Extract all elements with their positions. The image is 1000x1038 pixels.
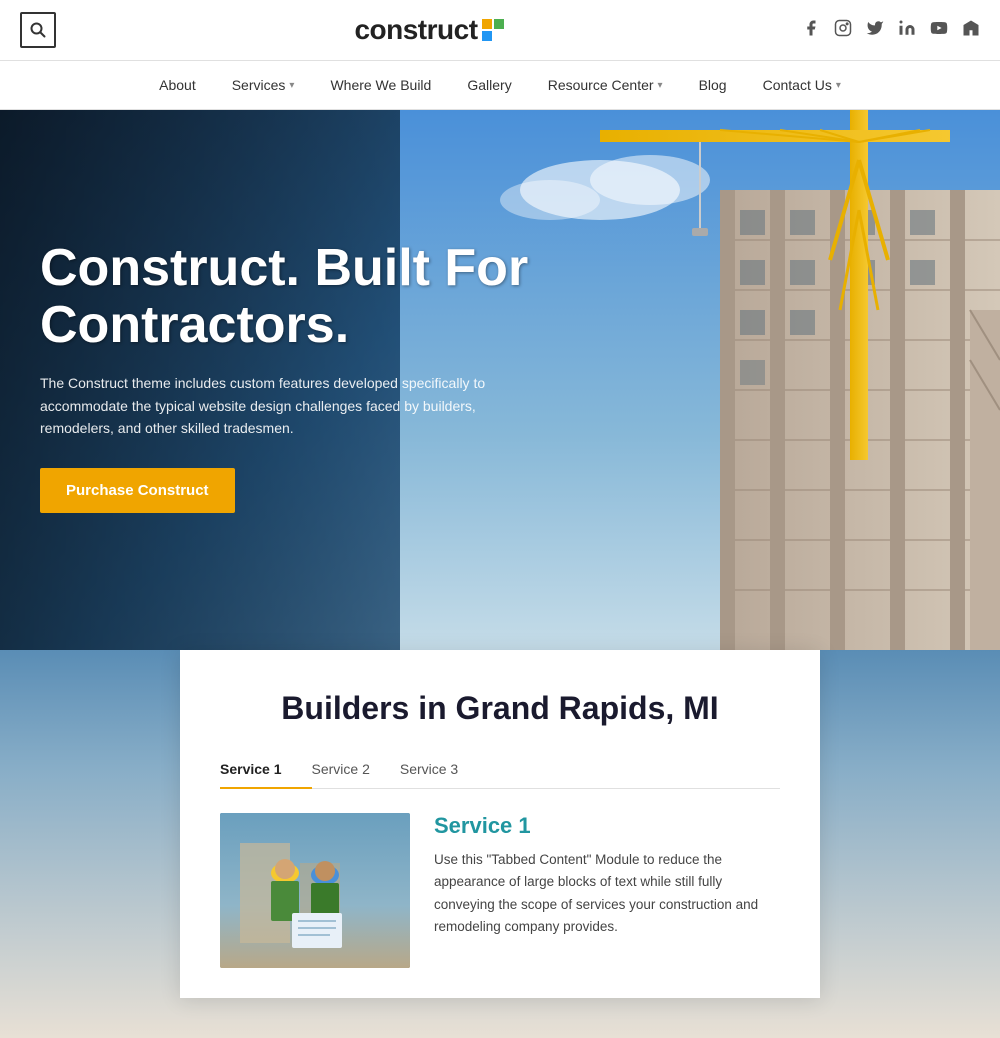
nav-item-blog[interactable]: Blog bbox=[681, 61, 745, 109]
logo-icon bbox=[482, 19, 504, 41]
hero-title: Construct. Built For Contractors. bbox=[40, 240, 600, 354]
nav-item-where-we-build[interactable]: Where We Build bbox=[312, 61, 449, 109]
hero-section: Construct. Built For Contractors. The Co… bbox=[0, 110, 1000, 650]
nav-item-gallery[interactable]: Gallery bbox=[449, 61, 529, 109]
nav-item-about[interactable]: About bbox=[141, 61, 214, 109]
nav-item-services[interactable]: Services ▾ bbox=[214, 61, 313, 109]
purchase-button[interactable]: Purchase Construct bbox=[40, 468, 235, 513]
site-logo[interactable]: construct bbox=[354, 14, 503, 46]
instagram-icon[interactable] bbox=[834, 19, 852, 42]
chevron-down-icon: ▾ bbox=[836, 80, 841, 91]
youtube-icon[interactable] bbox=[930, 19, 948, 42]
tab-service-3[interactable]: Service 3 bbox=[400, 751, 488, 789]
service-text: Service 1 Use this "Tabbed Content" Modu… bbox=[434, 813, 780, 938]
chevron-down-icon: ▾ bbox=[289, 80, 294, 91]
tab-service-2[interactable]: Service 2 bbox=[312, 751, 400, 789]
services-tabs: Service 1 Service 2 Service 3 bbox=[220, 751, 780, 789]
hero-content: Construct. Built For Contractors. The Co… bbox=[40, 240, 600, 513]
top-bar: construct bbox=[0, 0, 1000, 60]
nav-item-contact[interactable]: Contact Us ▾ bbox=[745, 61, 859, 109]
twitter-icon[interactable] bbox=[866, 19, 884, 42]
tab-service-1[interactable]: Service 1 bbox=[220, 751, 312, 789]
facebook-icon[interactable] bbox=[802, 19, 820, 42]
linkedin-icon[interactable] bbox=[898, 19, 916, 42]
nav-item-resource-center[interactable]: Resource Center ▾ bbox=[530, 61, 681, 109]
search-button[interactable] bbox=[20, 12, 56, 48]
hero-subtitle: The Construct theme includes custom feat… bbox=[40, 372, 540, 439]
services-section: Builders in Grand Rapids, MI Service 1 S… bbox=[180, 650, 820, 998]
service-description: Use this "Tabbed Content" Module to redu… bbox=[434, 849, 780, 938]
social-icons-container bbox=[802, 19, 980, 42]
service-content: Service 1 Use this "Tabbed Content" Modu… bbox=[220, 813, 780, 968]
chevron-down-icon: ▾ bbox=[658, 80, 663, 91]
main-nav: About Services ▾ Where We Build Gallery … bbox=[0, 60, 1000, 110]
service-name: Service 1 bbox=[434, 813, 780, 839]
logo-text: construct bbox=[354, 14, 477, 46]
service-image bbox=[220, 813, 410, 968]
houzz-icon[interactable] bbox=[962, 19, 980, 42]
services-section-title: Builders in Grand Rapids, MI bbox=[220, 690, 780, 727]
